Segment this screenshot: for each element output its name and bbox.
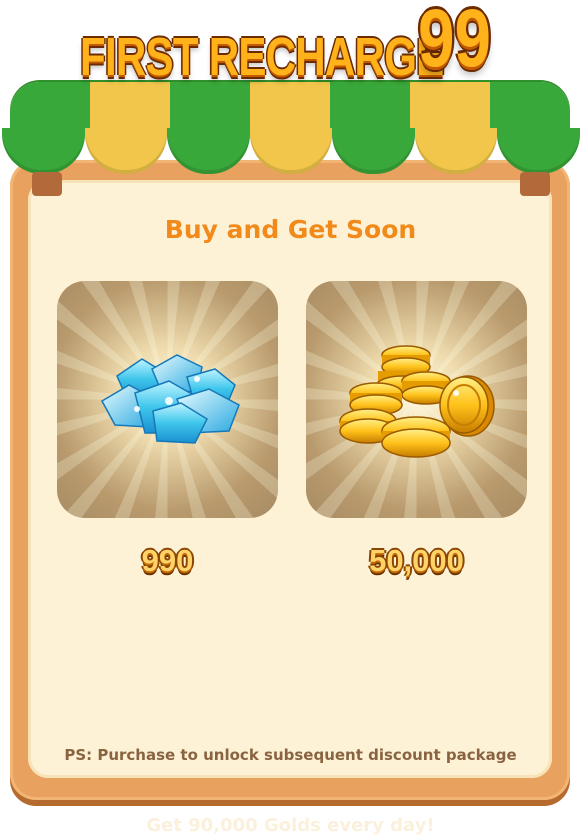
ps-note: PS: Purchase to unlock subsequent discou… [64, 746, 517, 764]
offer-title-number: 99 [418, 0, 491, 84]
gold-coins-icon [339, 345, 495, 458]
awning-stripes [10, 82, 570, 132]
reward-card-coins [306, 281, 527, 518]
awning-scallops [2, 128, 581, 174]
awning-bracket-left [32, 172, 62, 196]
offer-title-text: FIRST RECHARGE [80, 27, 444, 87]
offer-subtitle: Buy and Get Soon [164, 215, 417, 244]
awning-bracket-right [520, 172, 550, 196]
shop-awning [0, 82, 581, 202]
coins-amount: 50,000 [369, 543, 464, 578]
daily-gold-note: Get 90,000 Golds every day! [146, 815, 435, 836]
diamonds-icon [100, 354, 240, 444]
reward-card-diamonds [57, 281, 278, 518]
diamonds-amount: 990 [141, 543, 194, 578]
